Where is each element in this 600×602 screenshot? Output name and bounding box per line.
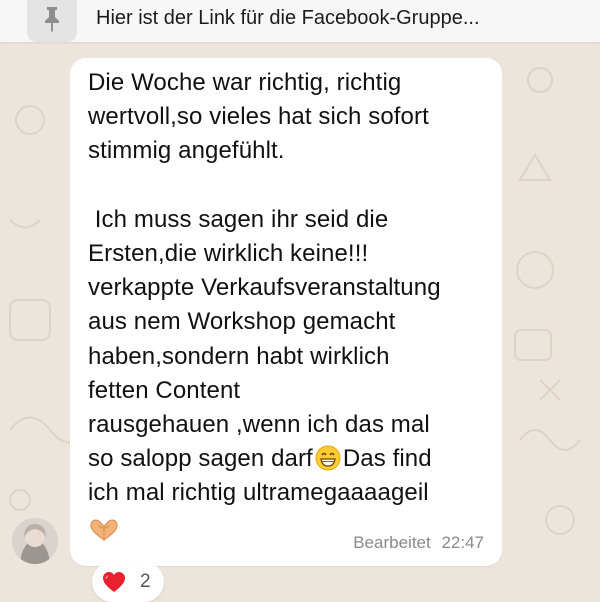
message-line: wertvoll,so vieles hat sich sofort [88, 103, 429, 131]
message-line: Die Woche war richtig, richtig [88, 69, 402, 96]
avatar[interactable] [12, 518, 58, 564]
message-line-part: Das find [342, 445, 432, 473]
message-bubble[interactable]: Die Woche war richtig, richtig wertvoll,… [70, 58, 502, 566]
message-line: Ich muss sagen ihr seid die [88, 205, 389, 233]
grinning-face-icon [315, 445, 341, 471]
message-text: Die Woche war richtig, richtig wertvoll,… [88, 66, 508, 553]
pinned-message-text[interactable]: Hier ist der Link für die Facebook-Grupp… [96, 7, 480, 30]
reaction-count: 2 [140, 571, 151, 592]
message-line: Ersten,die wirklich keine!!! [88, 239, 369, 267]
message-line: so salopp sagen darf Das find [88, 442, 508, 476]
message-line [88, 169, 508, 203]
message-meta: Bearbeitet 22:47 [353, 533, 484, 553]
message-line: verkappte Verkaufsveranstaltung [88, 274, 441, 302]
message-line: haben,sondern habt wirklich [88, 342, 390, 370]
heart-icon [102, 571, 126, 593]
message-line: aus nem Workshop gemacht [88, 308, 396, 336]
heart-hands-icon [88, 516, 120, 542]
reaction-pill[interactable]: 2 [92, 562, 164, 602]
message-line: ich mal richtig ultramegaaaageil [88, 479, 429, 507]
message-line: fetten Content [88, 376, 241, 404]
message-line: stimmig angefühlt. [88, 137, 285, 165]
message-time: 22:47 [441, 533, 484, 552]
edited-label: Bearbeitet [353, 533, 431, 552]
message-line-part: so salopp sagen darf [88, 445, 313, 473]
message-line: rausgehauen ,wenn ich das mal [88, 410, 430, 438]
pin-icon[interactable] [27, 0, 77, 42]
pinned-message-bar[interactable]: Hier ist der Link für die Facebook-Grupp… [0, 0, 600, 42]
